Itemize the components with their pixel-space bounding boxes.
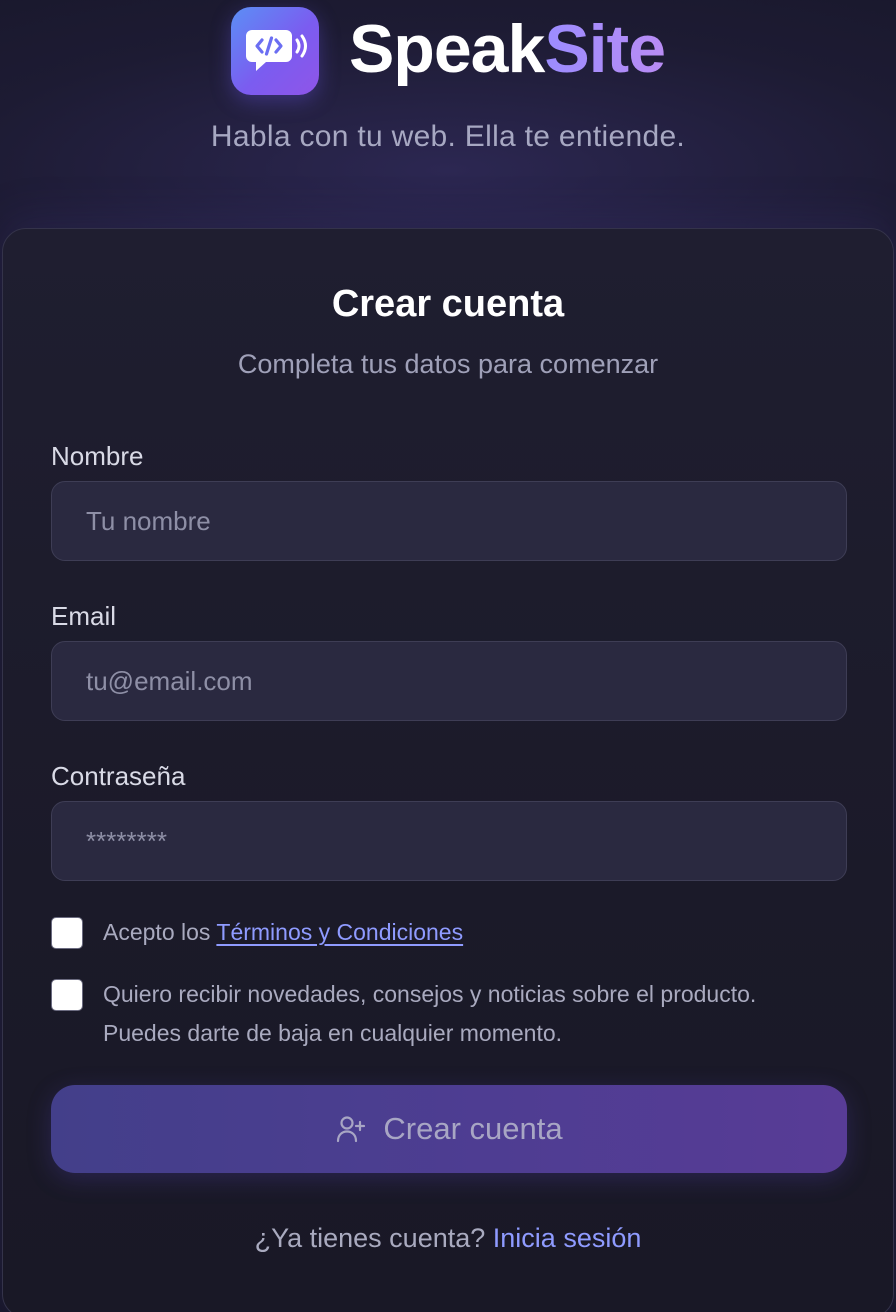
newsletter-line1: Quiero recibir novedades, consejos y not… (103, 981, 757, 1007)
name-label: Nombre (51, 441, 144, 471)
tagline: Habla con tu web. Ella te entiende. (210, 120, 686, 153)
brand-name-part1: Speak (348, 11, 545, 87)
newsletter-text: Quiero recibir novedades, consejos y not… (103, 975, 756, 1053)
newsletter-checkbox[interactable] (51, 979, 83, 1011)
login-prompt-text: ¿Ya tienes cuenta? (254, 1223, 486, 1253)
brand-header: SpeakSite (0, 6, 896, 96)
email-label: Email (51, 601, 117, 631)
terms-text: Acepto los Términos y Condiciones (103, 913, 463, 952)
create-account-label: Crear cuenta (383, 1111, 563, 1146)
signup-card: Crear cuenta Completa tus datos para com… (2, 228, 894, 1312)
name-input[interactable] (51, 481, 847, 561)
speech-bubble-code-icon (245, 30, 307, 71)
terms-prefix: Acepto los (103, 919, 211, 945)
create-account-button[interactable]: Crear cuenta (51, 1085, 847, 1173)
brand-name: SpeakSite (349, 15, 666, 87)
password-label: Contraseña (51, 761, 186, 791)
terms-link[interactable]: Términos y Condiciones (216, 919, 463, 945)
terms-checkbox[interactable] (51, 917, 83, 949)
form-subtitle: Completa tus datos para comenzar (237, 349, 659, 379)
newsletter-line2: Puedes darte de baja en cualquier moment… (103, 1020, 563, 1046)
password-input[interactable] (51, 801, 847, 881)
form-title: Crear cuenta (331, 283, 565, 325)
email-input[interactable] (51, 641, 847, 721)
user-plus-icon (337, 1116, 366, 1143)
brand-name-part2: Site (544, 11, 666, 87)
login-link[interactable]: Inicia sesión (493, 1223, 642, 1253)
login-prompt: ¿Ya tienes cuenta? Inicia sesión (3, 1223, 893, 1254)
app-logo (230, 7, 319, 95)
